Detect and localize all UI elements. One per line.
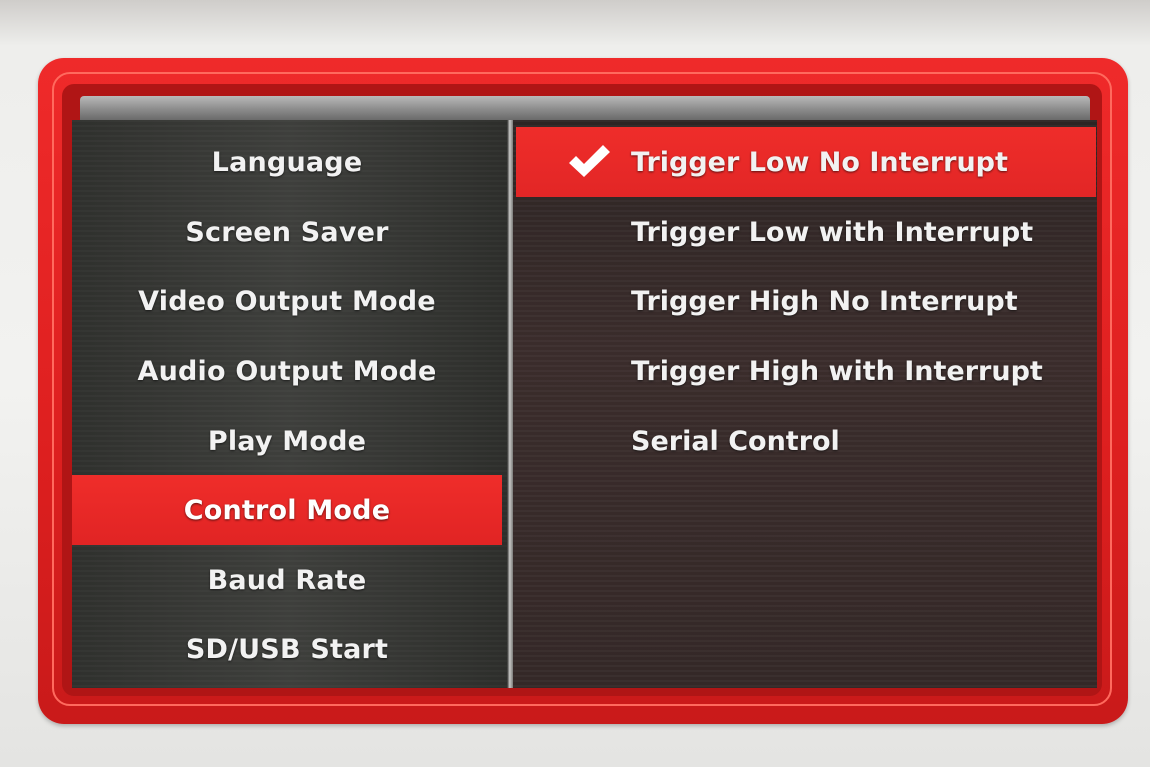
category-label: Play Mode xyxy=(207,425,367,457)
category-label: Language xyxy=(211,146,363,178)
category-item-language[interactable]: Language xyxy=(72,127,502,197)
title-bar xyxy=(80,96,1090,120)
category-label: Screen Saver xyxy=(185,216,389,248)
category-label: Control Mode xyxy=(183,494,391,526)
option-item-trigger-low-with-interrupt[interactable]: Trigger Low with Interrupt xyxy=(516,197,1096,267)
category-item-video-output-mode[interactable]: Video Output Mode xyxy=(72,266,502,336)
category-item-baud-rate[interactable]: Baud Rate xyxy=(72,545,502,615)
category-item-control-mode[interactable]: Control Mode xyxy=(72,475,502,545)
category-label: Video Output Mode xyxy=(138,285,436,317)
option-label: Trigger Low No Interrupt xyxy=(631,146,1008,178)
checkmark-icon xyxy=(569,145,610,177)
category-item-sd-usb-start[interactable]: SD/USB Start xyxy=(72,614,502,684)
option-item-serial-control[interactable]: Serial Control xyxy=(516,406,1096,476)
category-item-play-mode[interactable]: Play Mode xyxy=(72,406,502,476)
option-item-trigger-high-no-interrupt[interactable]: Trigger High No Interrupt xyxy=(516,266,1096,336)
option-label: Serial Control xyxy=(631,425,840,457)
category-label: SD/USB Start xyxy=(185,633,389,665)
option-label: Trigger High with Interrupt xyxy=(631,355,1043,387)
option-label: Trigger Low with Interrupt xyxy=(631,216,1034,248)
category-label: Audio Output Mode xyxy=(137,355,437,387)
option-item-trigger-high-with-interrupt[interactable]: Trigger High with Interrupt xyxy=(516,336,1096,406)
category-item-screen-saver[interactable]: Screen Saver xyxy=(72,197,502,267)
option-label: Trigger High No Interrupt xyxy=(631,285,1018,317)
option-item-trigger-low-no-interrupt[interactable]: Trigger Low No Interrupt xyxy=(516,127,1096,197)
category-label: Baud Rate xyxy=(207,564,367,596)
screen: Language Screen Saver Video Output Mode … xyxy=(0,0,1150,767)
category-item-audio-output-mode[interactable]: Audio Output Mode xyxy=(72,336,502,406)
